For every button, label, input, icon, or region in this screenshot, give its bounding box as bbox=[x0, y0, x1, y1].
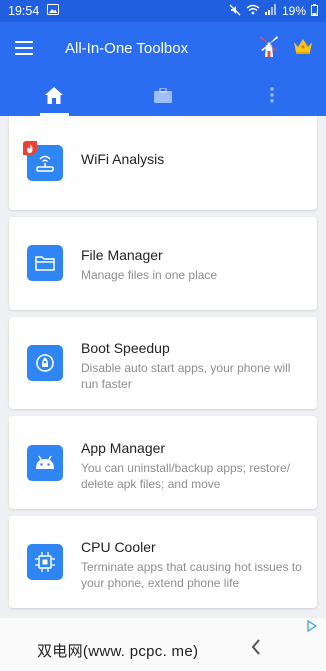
status-time: 19:54 bbox=[8, 4, 40, 18]
app-bar: All-In-One Toolbox bbox=[0, 22, 326, 74]
home-icon bbox=[45, 86, 64, 104]
more-vert-icon bbox=[269, 87, 274, 103]
tool-title: File Manager bbox=[81, 247, 163, 263]
watermark-text: 双电网(www. pcpc. me) bbox=[37, 643, 199, 660]
tab-more[interactable] bbox=[217, 74, 326, 116]
premium-button[interactable] bbox=[292, 37, 314, 60]
tool-card-cpu-cooler[interactable]: CPU Cooler Terminate apps that causing h… bbox=[9, 516, 317, 608]
windmill-icon bbox=[260, 35, 278, 57]
tool-title: App Manager bbox=[81, 440, 166, 456]
folder-icon bbox=[27, 245, 63, 281]
app-title: All-In-One Toolbox bbox=[65, 39, 189, 57]
chevron-left-icon[interactable] bbox=[250, 638, 262, 661]
briefcase-icon bbox=[154, 87, 172, 103]
tab-toolbox[interactable] bbox=[109, 74, 218, 116]
wifi-router-icon bbox=[23, 141, 63, 181]
tab-home[interactable] bbox=[0, 74, 109, 116]
windmill-promo-button[interactable] bbox=[258, 34, 280, 63]
tool-description: Terminate apps that causing hot issues t… bbox=[81, 560, 302, 590]
tool-card-app-manager[interactable]: App Manager You can uninstall/backup app… bbox=[9, 416, 317, 509]
rocket-icon bbox=[27, 345, 63, 381]
mute-icon bbox=[229, 4, 241, 19]
tool-card-boot-speedup[interactable]: Boot Speedup Disable auto start apps, yo… bbox=[9, 317, 317, 409]
tool-description: You can uninstall/backup apps; restore/ … bbox=[81, 461, 291, 491]
cpu-chip-icon bbox=[27, 544, 63, 580]
tool-title: Boot Speedup bbox=[81, 340, 170, 356]
hamburger-menu-icon bbox=[15, 41, 33, 55]
tool-title: WiFi Analysis bbox=[81, 151, 165, 167]
crown-icon bbox=[294, 38, 312, 54]
wifi-signal-icon bbox=[246, 4, 260, 18]
cell-signal-icon bbox=[264, 4, 277, 18]
hot-badge-icon bbox=[23, 141, 37, 155]
ad-choices-icon[interactable] bbox=[306, 619, 318, 633]
android-icon bbox=[27, 445, 63, 481]
tab-bar bbox=[0, 74, 326, 116]
battery-percent: 19% bbox=[281, 4, 306, 18]
menu-button[interactable] bbox=[0, 22, 48, 74]
tool-title: CPU Cooler bbox=[81, 539, 156, 555]
tool-description: Disable auto start apps, your phone will… bbox=[81, 361, 291, 391]
status-bar: 19:54 19% bbox=[0, 0, 326, 22]
tool-description: Manage files in one place bbox=[81, 268, 218, 282]
tool-card-file-manager[interactable]: File Manager Manage files in one place bbox=[9, 217, 317, 310]
tool-card-wifi-analysis[interactable]: WiFi Analysis bbox=[9, 116, 317, 210]
battery-icon bbox=[311, 3, 318, 19]
gallery-notification-icon bbox=[47, 4, 60, 18]
tool-list: WiFi Analysis File Manager Manage files … bbox=[0, 116, 326, 636]
